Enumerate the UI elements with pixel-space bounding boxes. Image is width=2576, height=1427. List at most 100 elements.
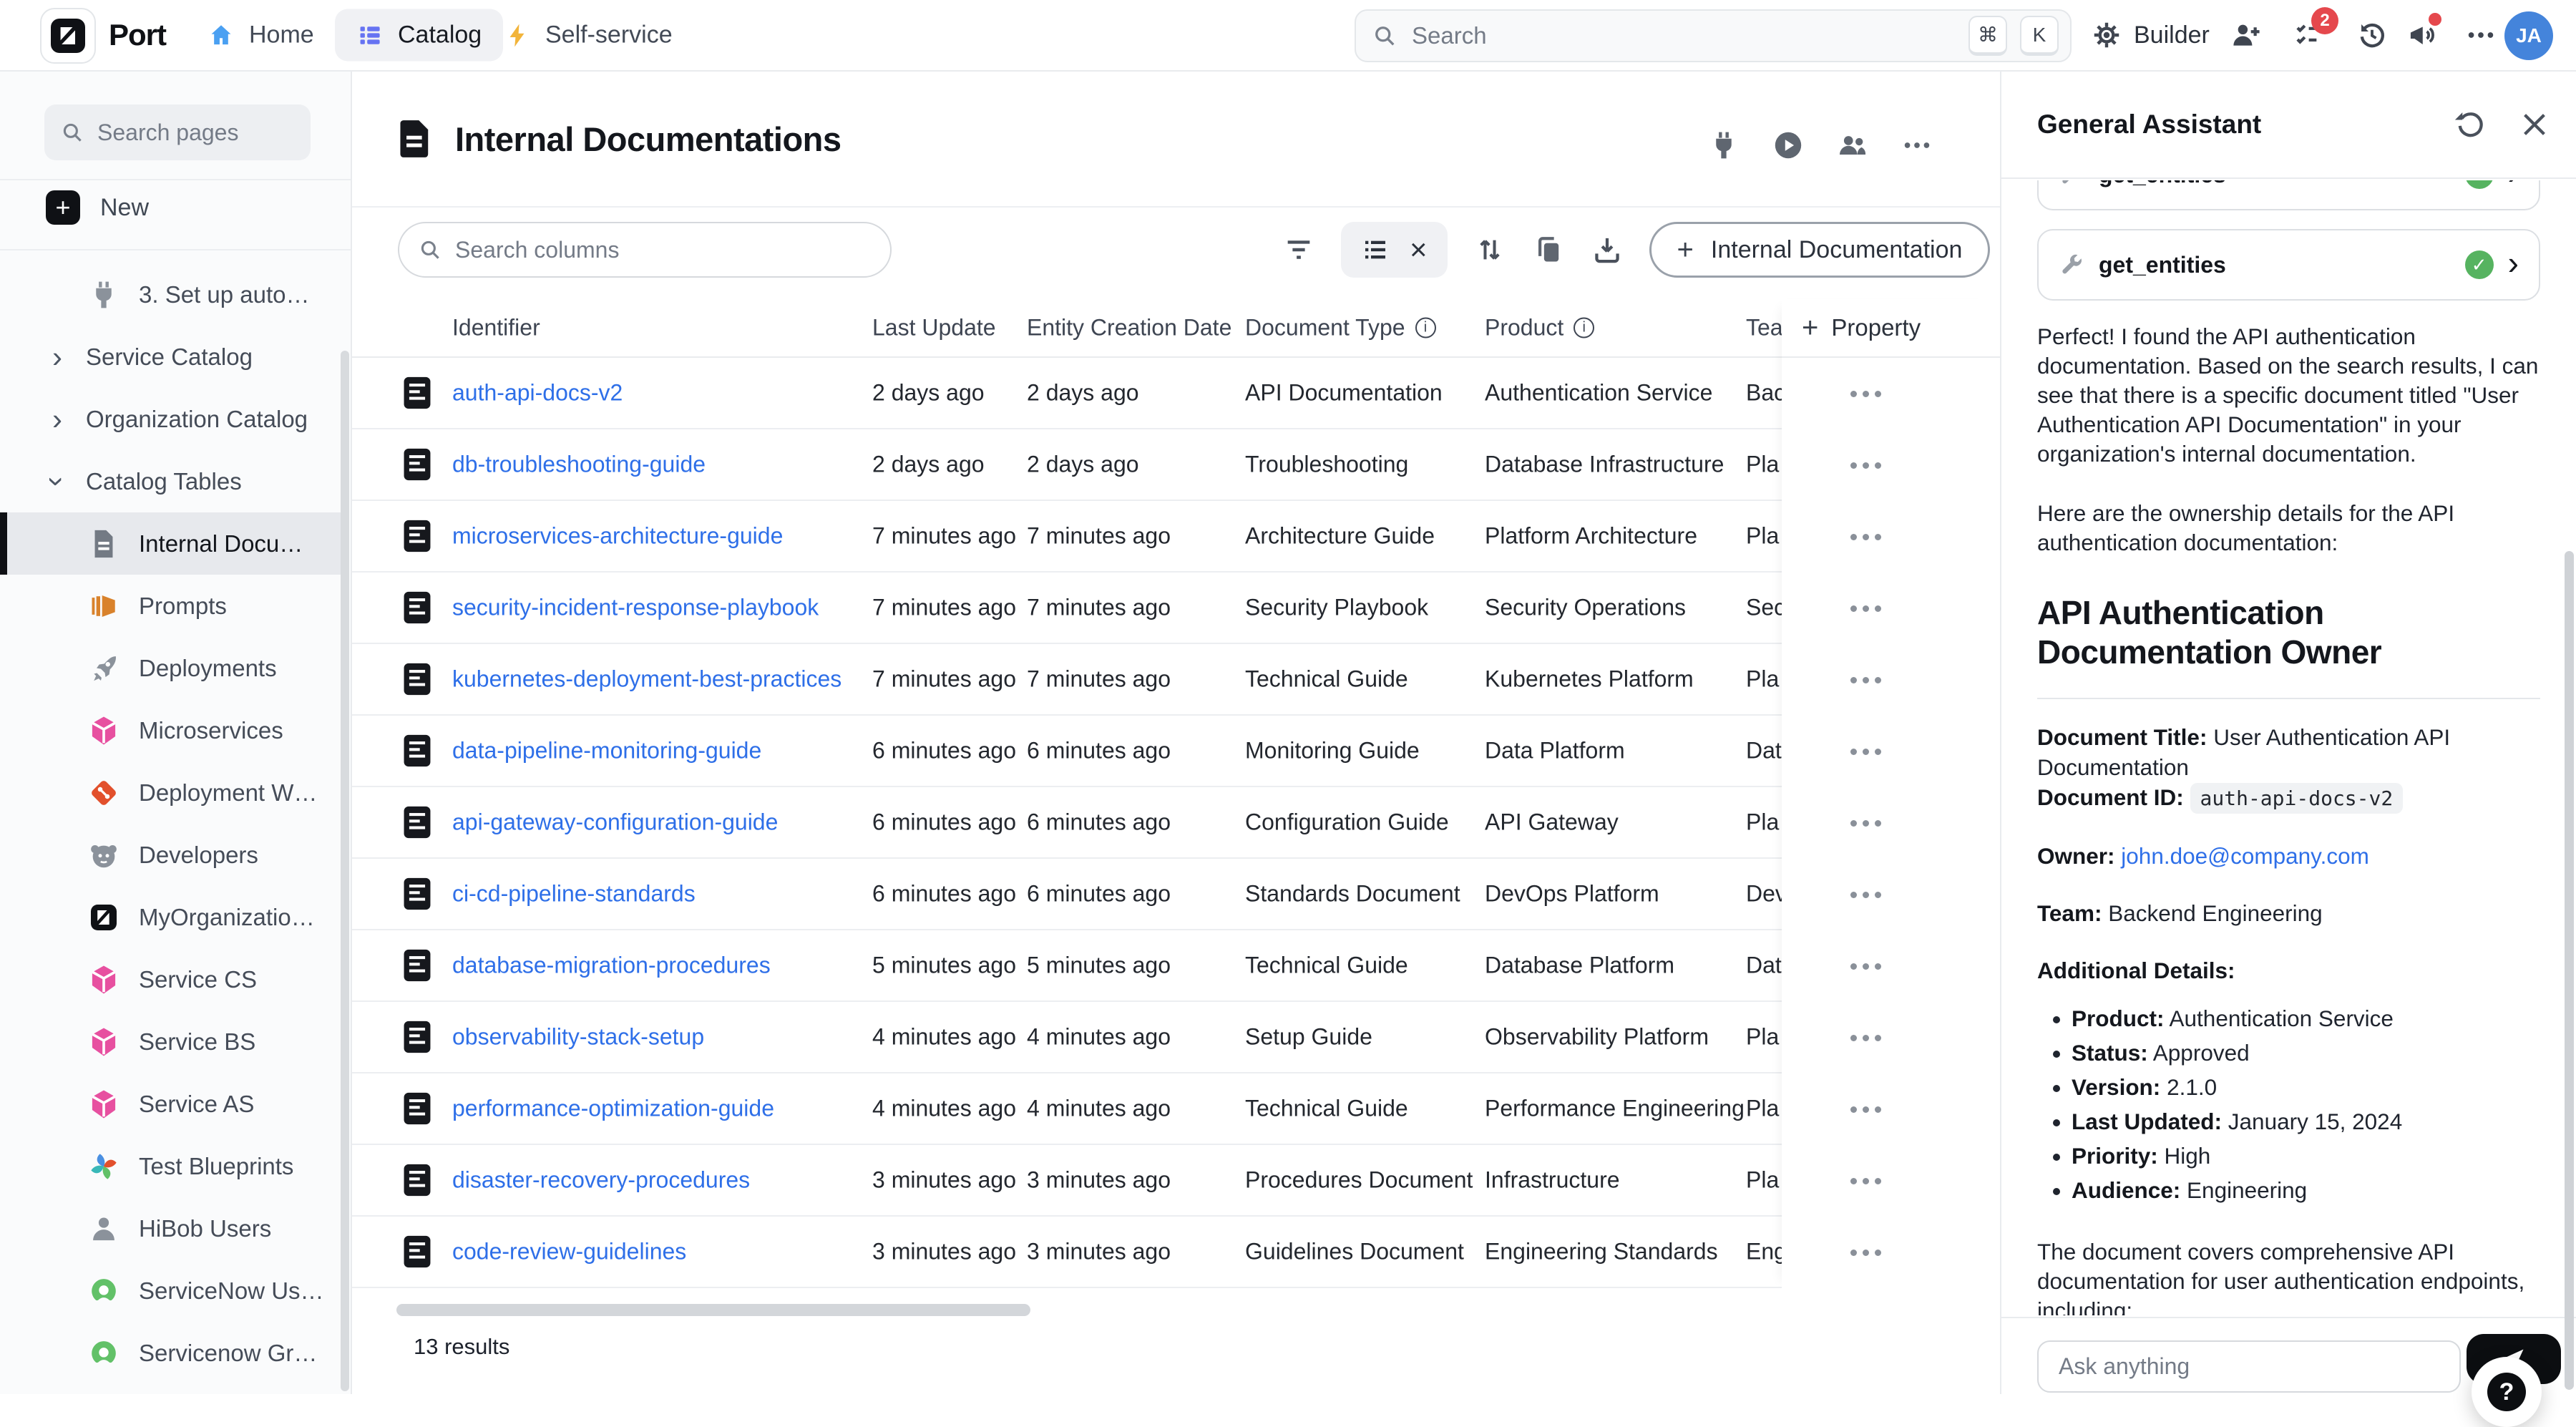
ask-input[interactable] xyxy=(2057,1353,2441,1380)
sidebar-item[interactable]: Service BS xyxy=(0,1010,343,1073)
sidebar-item[interactable]: Service AS xyxy=(0,1073,343,1135)
column-last-update[interactable]: Last Update xyxy=(872,315,996,341)
owner-email-link[interactable]: john.doe@company.com xyxy=(2121,843,2369,869)
new-button[interactable]: + New xyxy=(46,190,149,225)
sidebar-item[interactable]: Servicenow Gr… xyxy=(0,1322,343,1384)
add-property-button[interactable]: + Property xyxy=(1782,299,2000,358)
row-actions-button[interactable] xyxy=(1782,1002,2000,1073)
row-actions-button[interactable] xyxy=(1782,358,2000,429)
panel-scrollbar[interactable] xyxy=(2565,551,2574,1390)
global-search[interactable]: ⌘ K xyxy=(1355,9,2072,62)
column-product[interactable]: Product xyxy=(1485,315,1594,341)
demo-play-icon[interactable] xyxy=(1772,129,1805,162)
announcements-icon[interactable] xyxy=(2406,19,2439,52)
row-actions-button[interactable] xyxy=(1782,1217,2000,1288)
sidebar-item[interactable]: ›Organization Catalog xyxy=(0,388,343,450)
row-actions-button[interactable] xyxy=(1782,716,2000,787)
builder-button[interactable]: Builder xyxy=(2091,19,2210,51)
sidebar-item[interactable]: Deployment W… xyxy=(0,761,343,824)
identifier-link[interactable]: disaster-recovery-procedures xyxy=(452,1167,750,1194)
sidebar-item[interactable]: MyOrganizatio… xyxy=(0,886,343,948)
sidebar-item[interactable]: Developers xyxy=(0,824,343,886)
people-icon[interactable] xyxy=(1836,129,1869,162)
nav-home[interactable]: Home xyxy=(208,21,314,49)
search-icon xyxy=(60,120,84,145)
identifier-link[interactable]: performance-optimization-guide xyxy=(452,1096,774,1122)
more-icon[interactable] xyxy=(2464,19,2497,52)
column-search[interactable] xyxy=(398,222,892,278)
assistant-paragraph: Here are the ownership details for the A… xyxy=(2037,499,2540,557)
identifier-link[interactable]: observability-stack-setup xyxy=(452,1024,704,1051)
tasks-icon[interactable]: 2 xyxy=(2293,19,2326,52)
sidebar-item[interactable]: Test Blueprints xyxy=(0,1135,343,1197)
document-icon xyxy=(402,662,432,696)
column-entity-creation-date[interactable]: Entity Creation Date xyxy=(1027,315,1231,341)
identifier-link[interactable]: db-troubleshooting-guide xyxy=(452,452,706,478)
plug-icon[interactable] xyxy=(1707,129,1740,162)
sidebar-item[interactable]: 3. Set up auto… xyxy=(0,263,343,326)
invite-user-icon[interactable] xyxy=(2230,19,2263,52)
monkey-icon xyxy=(87,839,120,872)
help-widget[interactable]: ? xyxy=(2472,1357,2542,1427)
sidebar-item[interactable]: Internal Docu… xyxy=(0,512,343,575)
nav-catalog[interactable]: Catalog xyxy=(335,9,503,62)
sidebar-item[interactable]: Prompts xyxy=(0,575,343,637)
column-team[interactable]: Tea xyxy=(1746,315,1783,341)
column-document-type[interactable]: Document Type xyxy=(1245,315,1436,341)
reset-icon[interactable] xyxy=(2454,108,2487,141)
row-actions-button[interactable] xyxy=(1782,787,2000,859)
sidebar-item[interactable]: ›Catalog Tables xyxy=(0,450,343,512)
sidebar-item[interactable]: HiBob Users xyxy=(0,1197,343,1260)
row-actions-button[interactable] xyxy=(1782,930,2000,1002)
identifier-link[interactable]: security-incident-response-playbook xyxy=(452,595,819,621)
results-count: 13 results xyxy=(414,1334,509,1360)
close-icon[interactable] xyxy=(2518,108,2551,141)
avatar[interactable]: JA xyxy=(2504,11,2553,60)
info-icon xyxy=(1574,318,1594,339)
sidebar-search[interactable] xyxy=(44,104,311,160)
identifier-link[interactable]: microservices-architecture-guide xyxy=(452,523,783,550)
row-actions-button[interactable] xyxy=(1782,1145,2000,1217)
identifier-link[interactable]: database-migration-procedures xyxy=(452,953,771,979)
view-toggle[interactable]: × xyxy=(1341,222,1448,278)
row-actions-button[interactable] xyxy=(1782,429,2000,501)
sidebar-scrollbar[interactable] xyxy=(341,351,349,1391)
sidebar-item[interactable]: Service CS xyxy=(0,948,343,1010)
sidebar-item[interactable]: ›Service Catalog xyxy=(0,326,343,388)
tool-call-card[interactable]: get_entities ✓ › xyxy=(2037,229,2540,301)
identifier-link[interactable]: ci-cd-pipeline-standards xyxy=(452,881,696,907)
global-search-input[interactable] xyxy=(1410,21,1956,50)
more-icon[interactable] xyxy=(1901,129,1933,162)
nav-self-service[interactable]: Self-service xyxy=(504,21,673,49)
horizontal-scrollbar[interactable] xyxy=(396,1304,1030,1316)
identifier-link[interactable]: api-gateway-configuration-guide xyxy=(452,809,778,836)
identifier-link[interactable]: data-pipeline-monitoring-guide xyxy=(452,738,761,764)
identifier-link[interactable]: kubernetes-deployment-best-practices xyxy=(452,666,841,693)
add-internal-documentation-button[interactable]: + Internal Documentation xyxy=(1649,222,1991,278)
sidebar-item[interactable]: ServiceNow Us… xyxy=(0,1260,343,1322)
sidebar-item[interactable]: Deployments xyxy=(0,637,343,699)
identifier-link[interactable]: auth-api-docs-v2 xyxy=(452,380,623,406)
row-actions-button[interactable] xyxy=(1782,1073,2000,1145)
download-icon[interactable] xyxy=(1591,233,1624,266)
column-search-input[interactable] xyxy=(454,236,872,264)
sidebar-search-input[interactable] xyxy=(96,119,295,147)
document-icon xyxy=(402,734,432,768)
ask-input-wrap[interactable] xyxy=(2037,1340,2461,1393)
column-identifier[interactable]: Identifier xyxy=(452,315,540,341)
port-logo[interactable] xyxy=(40,8,96,64)
identifier-link[interactable]: code-review-guidelines xyxy=(452,1239,686,1265)
row-actions-button[interactable] xyxy=(1782,859,2000,930)
sidebar-item[interactable]: Microservices xyxy=(0,699,343,761)
servicenow-icon xyxy=(87,1275,120,1307)
filter-icon[interactable] xyxy=(1282,233,1315,266)
history-icon[interactable] xyxy=(2356,19,2389,52)
close-icon[interactable]: × xyxy=(1410,235,1428,265)
sort-icon[interactable] xyxy=(1473,233,1506,266)
row-actions-button[interactable] xyxy=(1782,573,2000,644)
add-button-label: Internal Documentation xyxy=(1711,236,1963,264)
row-actions-button[interactable] xyxy=(1782,501,2000,573)
copy-icon[interactable] xyxy=(1532,233,1565,266)
tool-call-card[interactable]: get_entities ✓ › xyxy=(2037,180,2540,210)
row-actions-button[interactable] xyxy=(1782,644,2000,716)
